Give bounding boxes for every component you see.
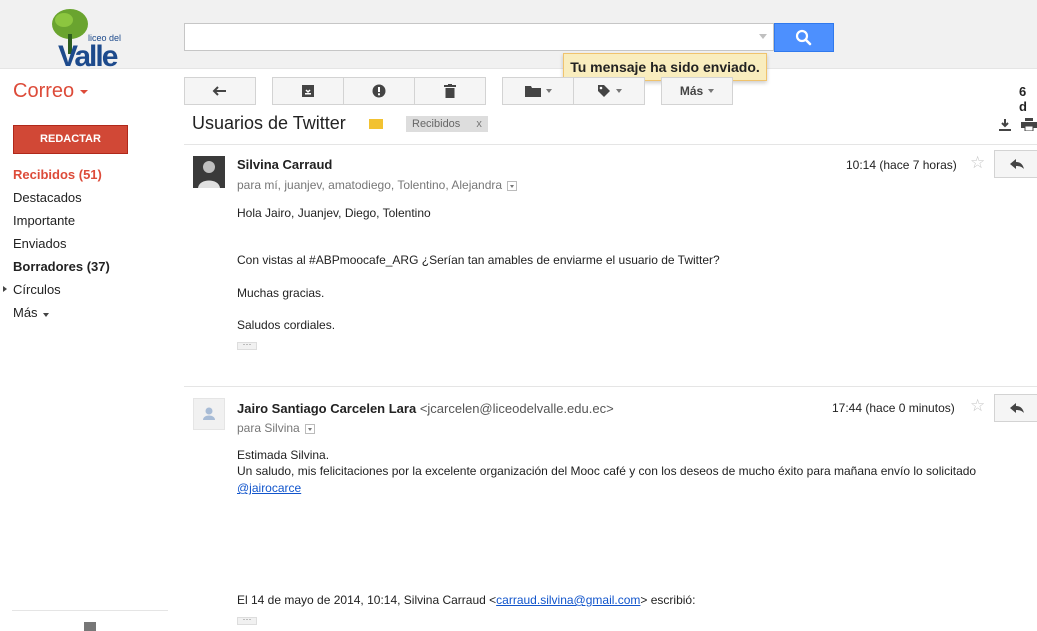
reply-button[interactable] (994, 394, 1037, 422)
quoted-header-suffix: > escribió: (640, 593, 696, 607)
chat-icon[interactable] (84, 622, 96, 631)
search-icon (795, 29, 812, 46)
recipients-text: para mí, juanjev, amatodiego, Tolentino,… (237, 178, 503, 192)
message-body-line: Con vistas al #ABPmoocafe_ARG ¿Serían ta… (237, 253, 720, 267)
more-actions-label: Más (679, 84, 704, 98)
chevron-down-icon (80, 89, 89, 94)
sidebar-item-inbox[interactable]: Recibidos (51) (13, 166, 173, 189)
back-button[interactable] (184, 77, 256, 105)
show-details-button[interactable] (507, 180, 518, 191)
message-timestamp: 17:44 (hace 0 minutos) (832, 401, 955, 415)
star-icon[interactable]: ☆ (970, 396, 985, 416)
app-switcher[interactable]: Correo (13, 80, 89, 103)
sidebar-item-starred[interactable]: Destacados (13, 189, 173, 212)
search-input[interactable] (184, 23, 774, 51)
search-options-caret[interactable] (759, 34, 767, 39)
message-body-line: Estimada Silvina. (237, 448, 330, 462)
important-marker-icon[interactable] (369, 119, 383, 129)
conversation-subject: Usuarios de Twitter (192, 113, 346, 133)
recipients-text: para Silvina (237, 421, 300, 435)
more-actions-button[interactable]: Más (661, 77, 733, 105)
chevron-down-icon (615, 89, 622, 93)
sidebar-item-circles-label: Círculos (13, 282, 61, 297)
message-sender: Jairo Santiago Carcelen Lara <jcarcelen@… (237, 401, 614, 416)
label-tag-icon (597, 85, 610, 97)
recipients-line: para Silvina (237, 421, 315, 435)
label-chip-text: Recibidos (412, 118, 461, 130)
chevron-down-icon (708, 89, 715, 93)
show-trimmed-content-button[interactable]: ··· (237, 615, 257, 625)
star-icon[interactable]: ☆ (970, 153, 985, 173)
avatar[interactable] (193, 398, 225, 430)
sender-name: Jairo Santiago Carcelen Lara (237, 401, 417, 416)
message-timestamp: 10:14 (hace 7 horas) (846, 158, 957, 172)
liceo-del-valle-logo[interactable]: liceo del Valle (46, 6, 126, 73)
folder-icon (524, 86, 541, 97)
sidebar-item-more-label: Más (13, 305, 38, 320)
search-button[interactable] (774, 23, 834, 52)
spam-icon (372, 84, 386, 98)
back-arrow-icon (212, 86, 226, 96)
sidebar-divider (12, 610, 168, 611)
move-to-button[interactable] (502, 77, 574, 105)
sidebar-item-drafts[interactable]: Borradores (37) (13, 258, 173, 281)
download-icon[interactable] (998, 118, 1012, 131)
message-body-line: Hola Jairo, Juanjev, Diego, Tolentino (237, 206, 431, 220)
sender-name: Silvina Carraud (237, 157, 333, 172)
label-chip-inbox: Recibidos x (406, 116, 488, 132)
quoted-header-prefix: El 14 de mayo de 2014, 10:14, Silvina Ca… (237, 593, 497, 607)
recipients-line: para mí, juanjev, amatodiego, Tolentino,… (237, 178, 518, 192)
print-icon[interactable] (1021, 118, 1037, 132)
app-label: Correo (13, 80, 75, 102)
sidebar-nav: Recibidos (51) Destacados Importante Env… (3, 166, 173, 327)
top-bar: liceo del Valle (0, 0, 1037, 73)
message-body-line: Un saludo, mis felicitaciones por la exc… (237, 464, 977, 478)
labels-button[interactable] (573, 77, 645, 105)
remove-label-button[interactable]: x (476, 118, 482, 130)
archive-icon (302, 85, 314, 97)
show-trimmed-content-button[interactable]: ··· (237, 340, 257, 350)
message-sender: Silvina Carraud (237, 157, 332, 172)
logo-text-main: Valle (58, 40, 118, 68)
reply-icon (1010, 159, 1024, 169)
expand-arrow-icon[interactable] (3, 286, 7, 292)
message-divider (184, 144, 1037, 145)
avatar[interactable] (193, 156, 225, 188)
compose-button[interactable]: REDACTAR (13, 125, 128, 154)
trash-icon (444, 84, 456, 98)
quoted-header: El 14 de mayo de 2014, 10:14, Silvina Ca… (237, 593, 695, 607)
twitter-handle-link[interactable]: @jairocarce (237, 481, 301, 495)
sidebar-item-more[interactable]: Más (13, 304, 173, 327)
sender-email: <jcarcelen@liceodelvalle.edu.ec> (419, 401, 614, 416)
message-body-line: Saludos cordiales. (237, 318, 336, 332)
sidebar-item-important[interactable]: Importante (13, 212, 173, 235)
reply-button[interactable] (994, 150, 1037, 178)
sidebar-item-sent[interactable]: Enviados (13, 235, 173, 258)
delete-button[interactable] (414, 77, 486, 105)
reply-icon (1010, 403, 1024, 413)
show-details-button[interactable] (304, 423, 315, 434)
chevron-down-icon (545, 89, 552, 93)
message-divider (184, 386, 1037, 387)
archive-button[interactable] (272, 77, 344, 105)
message-body-line: Muchas gracias. (237, 286, 325, 300)
report-spam-button[interactable] (343, 77, 415, 105)
chevron-down-icon (42, 313, 49, 317)
page-count: 6 d (1019, 84, 1027, 114)
quoted-email-link[interactable]: carraud.silvina@gmail.com (496, 593, 640, 607)
sidebar-item-circles[interactable]: Círculos (3, 281, 173, 304)
